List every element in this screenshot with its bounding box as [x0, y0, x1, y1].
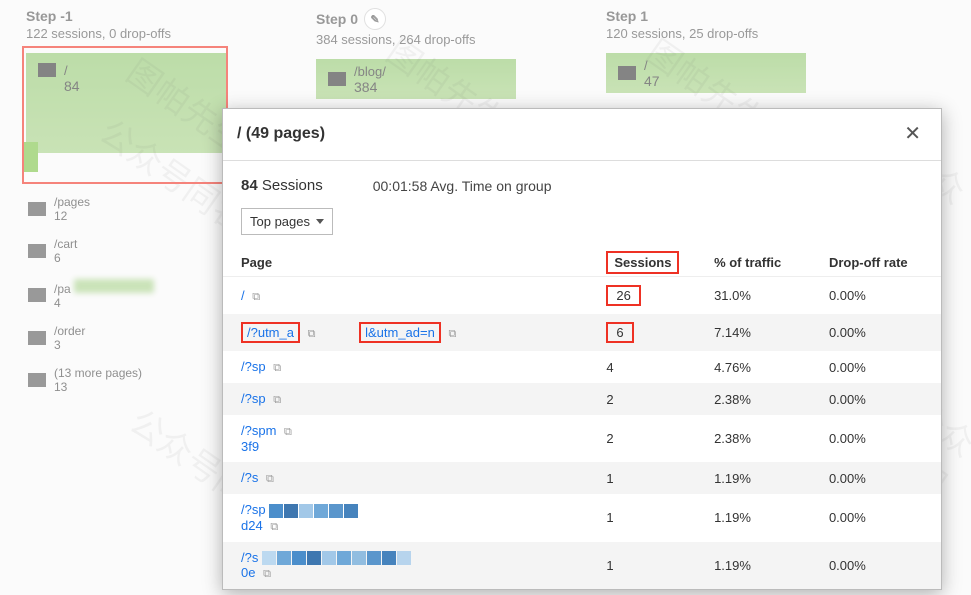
- dropoff-cell: 0.00%: [819, 542, 941, 590]
- top-pages-dropdown[interactable]: Top pages: [241, 208, 333, 235]
- table-row[interactable]: /?s 0e ⧉11.19%0.00%: [223, 542, 941, 590]
- external-link-icon[interactable]: ⧉: [308, 328, 316, 340]
- page-link[interactable]: /?s: [241, 470, 258, 485]
- dropoff-cell: 0.00%: [819, 494, 941, 542]
- external-link-icon[interactable]: ⧉: [284, 426, 292, 438]
- sessions-cell: 1: [596, 494, 704, 542]
- table-row[interactable]: /?utm_a ⧉ l&utm_ad=n ⧉67.14%0.00%: [223, 314, 941, 351]
- dropoff-cell: 0.00%: [819, 383, 941, 415]
- external-link-icon[interactable]: ⧉: [270, 521, 278, 533]
- dropdown-label: Top pages: [250, 214, 310, 229]
- sessions-count: 84: [241, 177, 258, 194]
- page-link-part[interactable]: d24: [241, 518, 263, 533]
- page-link-part[interactable]: 3f9: [241, 439, 259, 454]
- sessions-summary: 84 Sessions: [241, 177, 323, 194]
- percent-cell: 1.19%: [704, 462, 819, 494]
- table-row[interactable]: / ⧉2631.0%0.00%: [223, 277, 941, 315]
- pixelated-redaction: [269, 504, 358, 518]
- percent-cell: 4.76%: [704, 351, 819, 383]
- external-link-icon[interactable]: ⧉: [448, 328, 456, 340]
- page-cell: /?sp ⧉: [223, 351, 596, 383]
- col-page: Page: [223, 247, 596, 277]
- percent-cell: 1.19%: [704, 494, 819, 542]
- dropoff-cell: 0.00%: [819, 277, 941, 315]
- dropoff-cell: 0.00%: [819, 314, 941, 351]
- percent-cell: 31.0%: [704, 277, 819, 315]
- percent-cell: 2.38%: [704, 383, 819, 415]
- page-link[interactable]: /: [241, 288, 245, 303]
- page-cell: /?sp d24 ⧉: [223, 494, 596, 542]
- modal-title: / (49 pages): [237, 125, 325, 143]
- page-link[interactable]: /?sp: [241, 502, 266, 517]
- sessions-label: Sessions: [262, 177, 323, 194]
- external-link-icon[interactable]: ⧉: [263, 568, 271, 580]
- page-link[interactable]: /?spm: [241, 423, 276, 438]
- percent-cell: 7.14%: [704, 314, 819, 351]
- page-group-modal: / (49 pages) ✕ 84 Sessions 00:01:58 Avg.…: [222, 108, 942, 590]
- page-link[interactable]: /?sp: [241, 391, 266, 406]
- percent-cell: 1.19%: [704, 542, 819, 590]
- page-cell: /?s ⧉: [223, 462, 596, 494]
- external-link-icon[interactable]: ⧉: [266, 473, 274, 485]
- page-cell: /?spm ⧉ 3f9: [223, 415, 596, 462]
- external-link-icon[interactable]: ⧉: [252, 291, 260, 303]
- close-icon[interactable]: ✕: [898, 119, 927, 148]
- page-cell: /?sp ⧉: [223, 383, 596, 415]
- col-sessions[interactable]: Sessions: [606, 251, 679, 274]
- page-link[interactable]: /?sp: [241, 359, 266, 374]
- sessions-cell: 6: [596, 314, 704, 351]
- col-percent[interactable]: % of traffic: [704, 247, 819, 277]
- avg-time: 00:01:58 Avg. Time on group: [373, 178, 552, 194]
- sessions-cell: 2: [596, 383, 704, 415]
- dropoff-cell: 0.00%: [819, 462, 941, 494]
- external-link-icon[interactable]: ⧉: [273, 394, 281, 406]
- sessions-cell: 1: [596, 462, 704, 494]
- chevron-down-icon: [316, 219, 324, 224]
- sessions-cell: 4: [596, 351, 704, 383]
- page-link[interactable]: /?utm_a: [241, 322, 300, 343]
- percent-cell: 2.38%: [704, 415, 819, 462]
- sessions-cell: 2: [596, 415, 704, 462]
- table-row[interactable]: /?sp ⧉44.76%0.00%: [223, 351, 941, 383]
- sessions-cell: 1: [596, 542, 704, 590]
- page-cell: /?s 0e ⧉: [223, 542, 596, 590]
- pages-table: Page Sessions % of traffic Drop-off rate…: [223, 247, 941, 589]
- page-cell: /?utm_a ⧉ l&utm_ad=n ⧉: [223, 314, 596, 351]
- table-row[interactable]: /?spm ⧉ 3f9 22.38%0.00%: [223, 415, 941, 462]
- dropoff-cell: 0.00%: [819, 351, 941, 383]
- pixelated-redaction: [262, 551, 411, 565]
- table-row[interactable]: /?sp ⧉22.38%0.00%: [223, 383, 941, 415]
- col-dropoff[interactable]: Drop-off rate: [819, 247, 941, 277]
- dropoff-cell: 0.00%: [819, 415, 941, 462]
- sessions-cell: 26: [596, 277, 704, 315]
- page-link[interactable]: /?s: [241, 550, 258, 565]
- page-link-part[interactable]: l&utm_ad=n: [359, 322, 441, 343]
- page-cell: / ⧉: [223, 277, 596, 315]
- table-row[interactable]: /?s ⧉11.19%0.00%: [223, 462, 941, 494]
- page-link-part[interactable]: 0e: [241, 565, 255, 580]
- table-row[interactable]: /?sp d24 ⧉11.19%0.00%: [223, 494, 941, 542]
- external-link-icon[interactable]: ⧉: [273, 362, 281, 374]
